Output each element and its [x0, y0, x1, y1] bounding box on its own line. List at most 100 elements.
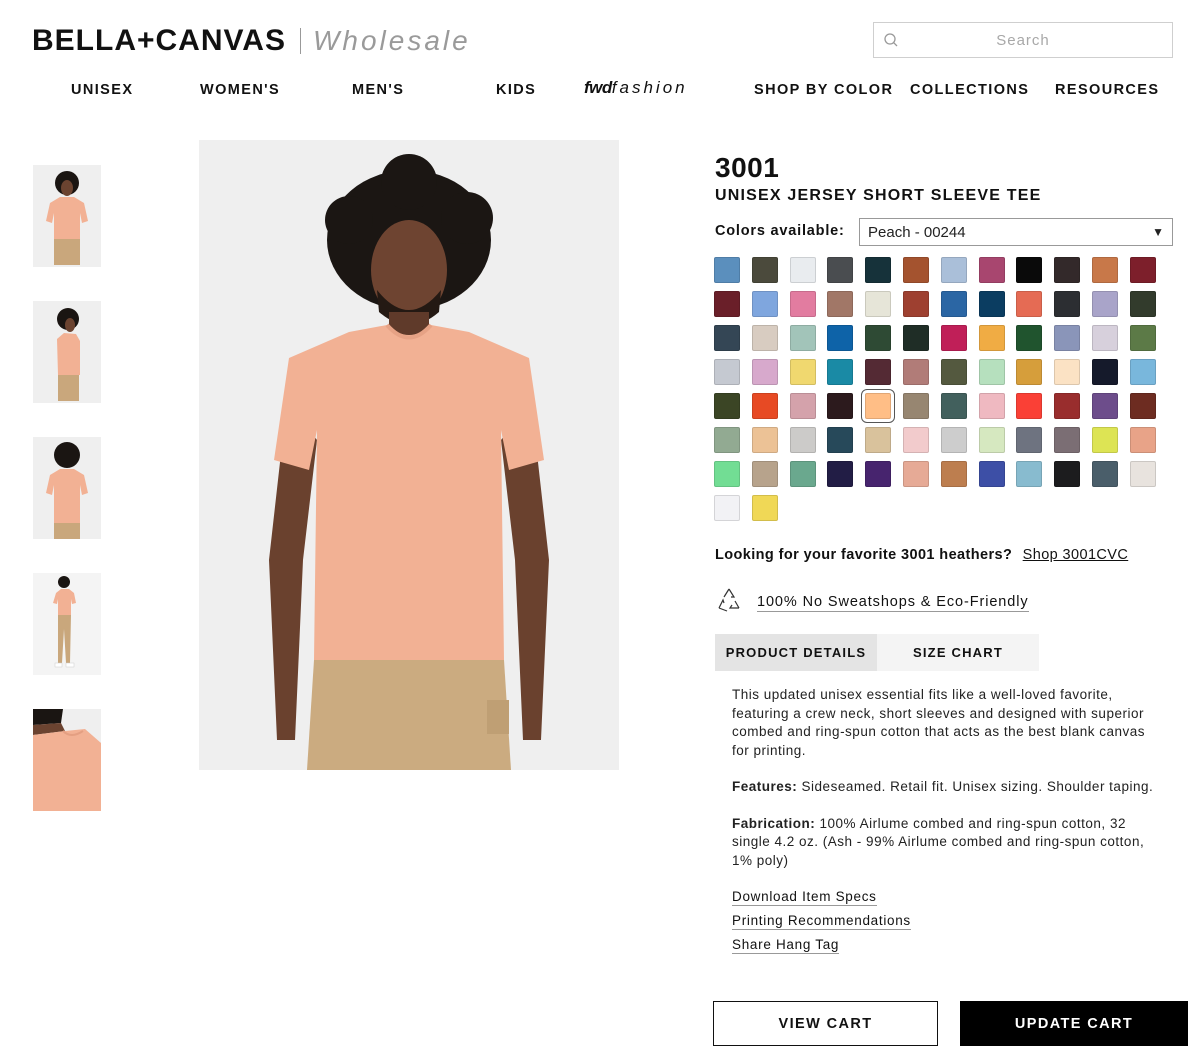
download-item-specs-link[interactable]: Download Item Specs: [732, 889, 877, 906]
color-swatch[interactable]: [1092, 257, 1118, 283]
nav-mens[interactable]: MEN'S: [352, 82, 404, 98]
color-swatch[interactable]: [752, 427, 778, 453]
color-swatch[interactable]: [1054, 393, 1080, 419]
color-swatch[interactable]: [1130, 461, 1156, 487]
color-swatch[interactable]: [979, 291, 1005, 317]
main-product-image[interactable]: [199, 140, 619, 770]
color-swatch[interactable]: [1130, 427, 1156, 453]
brand-logo[interactable]: BELLA+CANVAS Wholesale: [32, 24, 471, 58]
color-swatch[interactable]: [1130, 291, 1156, 317]
color-swatch[interactable]: [941, 427, 967, 453]
color-swatch[interactable]: [903, 461, 929, 487]
printing-recommendations-link[interactable]: Printing Recommendations: [732, 913, 911, 930]
color-swatch[interactable]: [1054, 427, 1080, 453]
color-swatch[interactable]: [941, 461, 967, 487]
nav-fwd-fashion[interactable]: fwdfashion: [584, 78, 688, 98]
color-swatch[interactable]: [1092, 461, 1118, 487]
color-swatch[interactable]: [1016, 325, 1042, 351]
color-swatch[interactable]: [1054, 461, 1080, 487]
nav-unisex[interactable]: UNISEX: [71, 82, 133, 98]
color-swatch[interactable]: [752, 359, 778, 385]
color-select[interactable]: Peach - 00244 ▼: [859, 218, 1173, 246]
color-swatch[interactable]: [827, 257, 853, 283]
color-swatch[interactable]: [1092, 325, 1118, 351]
color-swatch[interactable]: [903, 325, 929, 351]
color-swatch[interactable]: [861, 389, 895, 423]
color-swatch[interactable]: [979, 427, 1005, 453]
color-swatch[interactable]: [752, 461, 778, 487]
color-swatch[interactable]: [752, 495, 778, 521]
color-swatch[interactable]: [752, 393, 778, 419]
color-swatch[interactable]: [941, 325, 967, 351]
color-swatch[interactable]: [1054, 291, 1080, 317]
tab-product-details[interactable]: PRODUCT DETAILS: [715, 634, 877, 671]
color-swatch[interactable]: [1016, 291, 1042, 317]
color-swatch[interactable]: [1130, 393, 1156, 419]
color-swatch[interactable]: [979, 393, 1005, 419]
color-swatch[interactable]: [903, 393, 929, 419]
nav-kids[interactable]: KIDS: [496, 82, 536, 98]
color-swatch[interactable]: [979, 461, 1005, 487]
search-input[interactable]: [908, 24, 1172, 56]
color-swatch[interactable]: [790, 325, 816, 351]
color-swatch[interactable]: [1016, 359, 1042, 385]
color-swatch[interactable]: [827, 427, 853, 453]
share-hang-tag-link[interactable]: Share Hang Tag: [732, 937, 840, 954]
color-swatch[interactable]: [865, 257, 891, 283]
color-swatch[interactable]: [827, 291, 853, 317]
color-swatch[interactable]: [714, 461, 740, 487]
color-swatch[interactable]: [1016, 427, 1042, 453]
nav-collections[interactable]: COLLECTIONS: [910, 82, 1029, 98]
color-swatch[interactable]: [714, 325, 740, 351]
color-swatch[interactable]: [903, 427, 929, 453]
shop-3001cvc-link[interactable]: Shop 3001CVC: [1023, 547, 1129, 563]
color-swatch[interactable]: [790, 257, 816, 283]
color-swatch[interactable]: [941, 359, 967, 385]
color-swatch[interactable]: [1054, 257, 1080, 283]
thumbnail-full-body[interactable]: [33, 573, 101, 675]
update-cart-button[interactable]: UPDATE CART: [960, 1001, 1188, 1046]
color-swatch[interactable]: [903, 291, 929, 317]
color-swatch[interactable]: [790, 461, 816, 487]
view-cart-button[interactable]: VIEW CART: [713, 1001, 938, 1046]
color-swatch[interactable]: [790, 359, 816, 385]
thumbnail-front[interactable]: [33, 165, 101, 267]
color-swatch[interactable]: [714, 257, 740, 283]
color-swatch[interactable]: [827, 393, 853, 419]
search-icon[interactable]: [874, 23, 908, 57]
color-swatch[interactable]: [714, 359, 740, 385]
color-swatch[interactable]: [1092, 393, 1118, 419]
color-swatch[interactable]: [903, 257, 929, 283]
color-swatch[interactable]: [790, 393, 816, 419]
tab-size-chart[interactable]: SIZE CHART: [877, 634, 1039, 671]
color-swatch[interactable]: [790, 291, 816, 317]
thumbnail-side[interactable]: [33, 301, 101, 403]
color-swatch[interactable]: [865, 461, 891, 487]
color-swatch[interactable]: [1016, 393, 1042, 419]
thumbnail-detail[interactable]: [33, 709, 101, 811]
color-swatch[interactable]: [827, 461, 853, 487]
nav-shop-by-color[interactable]: SHOP BY COLOR: [754, 82, 893, 98]
color-swatch[interactable]: [790, 427, 816, 453]
search-box[interactable]: [873, 22, 1173, 58]
color-swatch[interactable]: [903, 359, 929, 385]
color-swatch[interactable]: [941, 257, 967, 283]
color-swatch[interactable]: [1092, 359, 1118, 385]
color-swatch[interactable]: [714, 495, 740, 521]
color-swatch[interactable]: [865, 427, 891, 453]
color-swatch[interactable]: [865, 291, 891, 317]
color-swatch[interactable]: [865, 359, 891, 385]
color-swatch[interactable]: [1130, 359, 1156, 385]
color-swatch[interactable]: [1054, 359, 1080, 385]
color-swatch[interactable]: [752, 325, 778, 351]
color-swatch[interactable]: [1054, 325, 1080, 351]
color-swatch[interactable]: [714, 393, 740, 419]
color-swatch[interactable]: [752, 291, 778, 317]
color-swatch[interactable]: [979, 325, 1005, 351]
color-swatch[interactable]: [1130, 257, 1156, 283]
color-swatch[interactable]: [1092, 291, 1118, 317]
color-swatch[interactable]: [1092, 427, 1118, 453]
color-swatch[interactable]: [714, 291, 740, 317]
color-swatch[interactable]: [979, 257, 1005, 283]
nav-resources[interactable]: RESOURCES: [1055, 82, 1159, 98]
